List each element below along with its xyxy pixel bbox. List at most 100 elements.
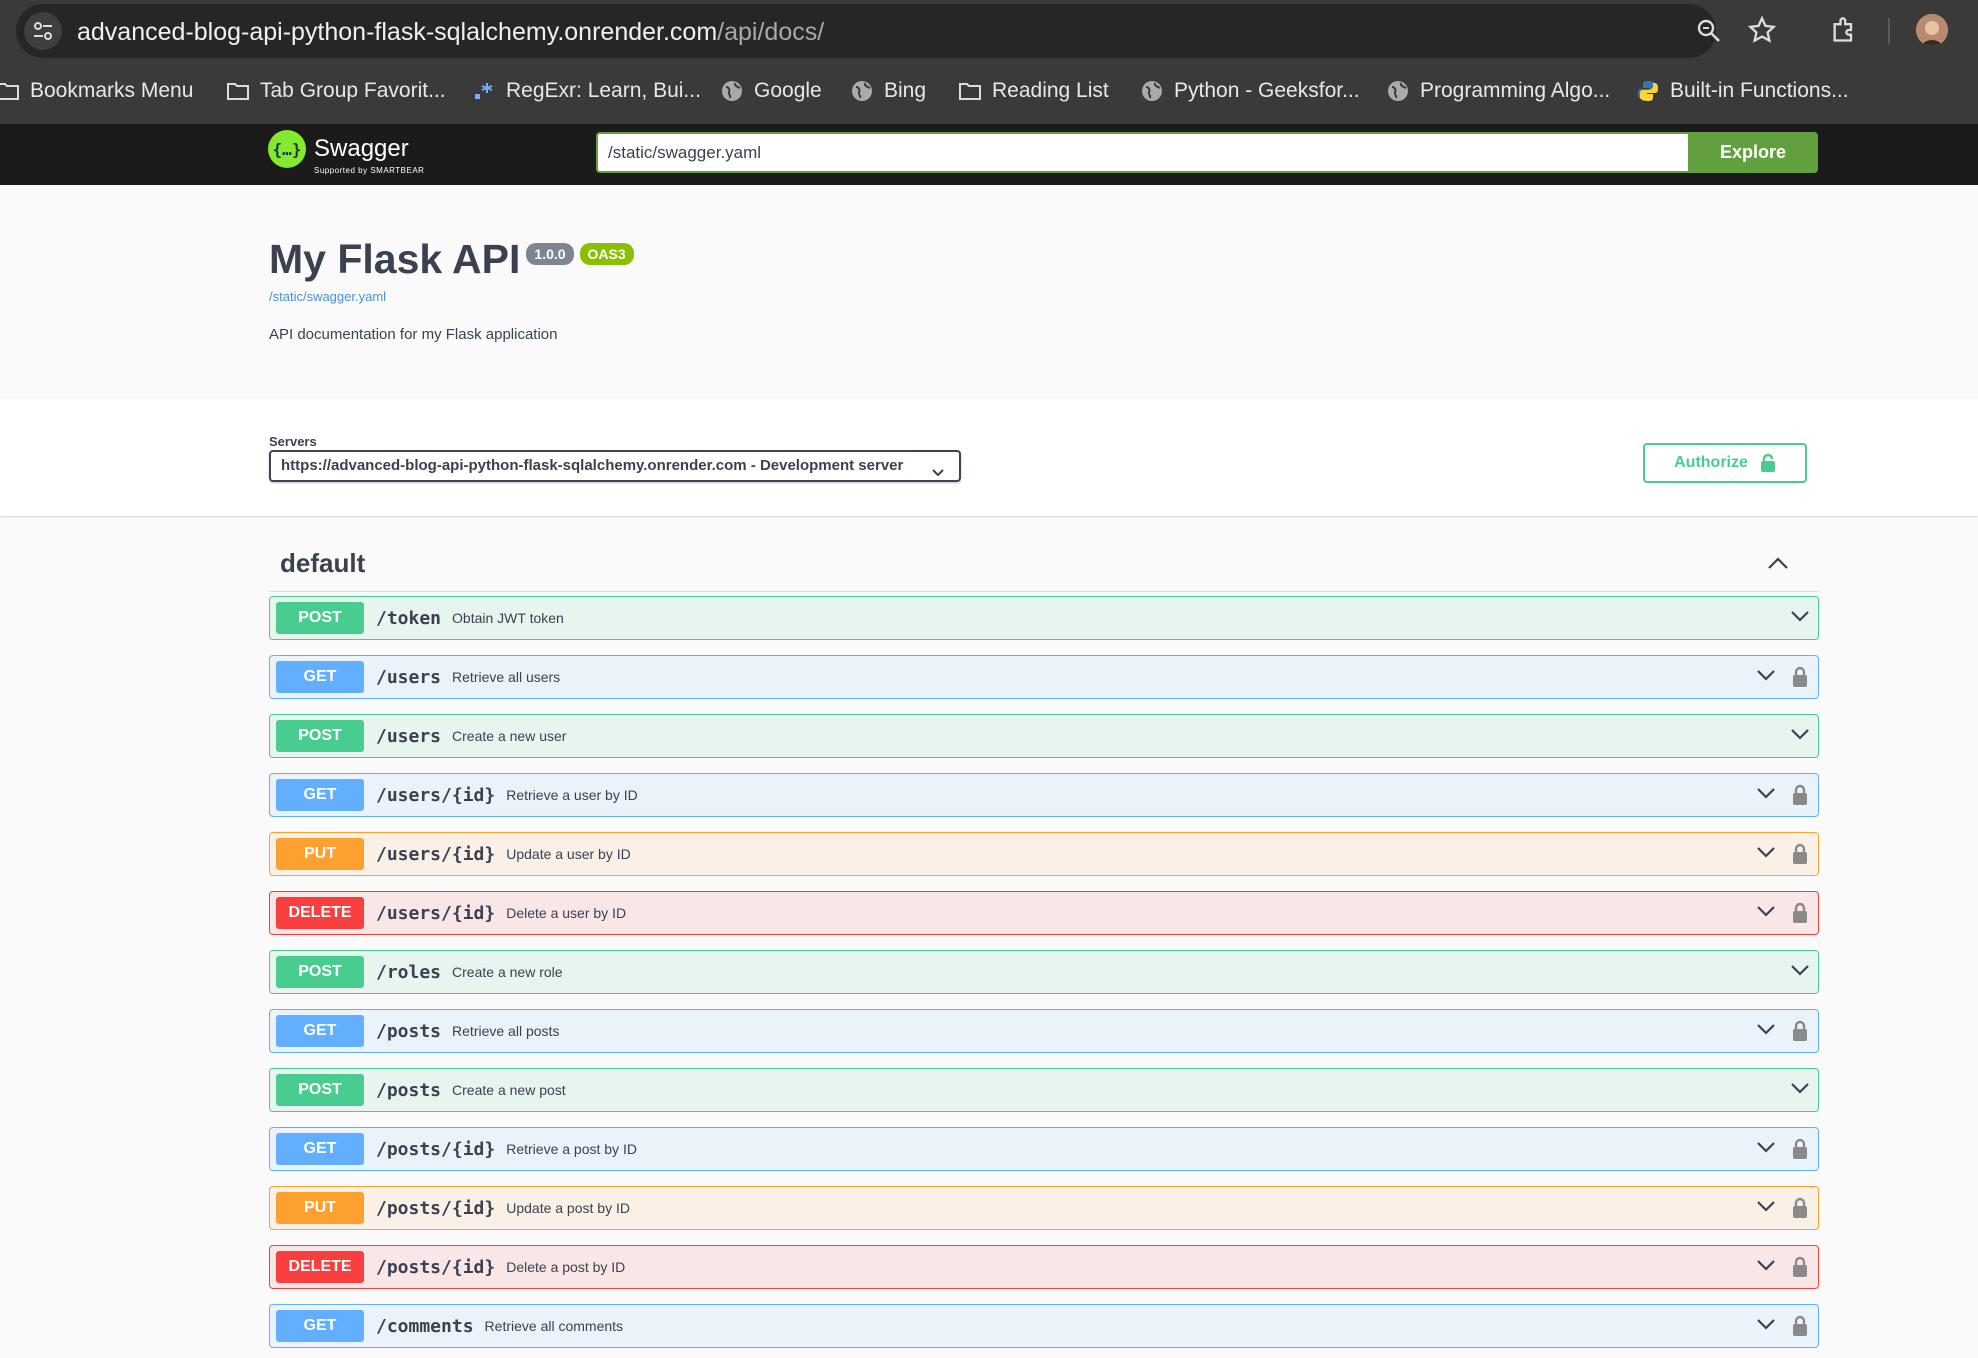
operation-row[interactable]: DELETE/users/{id} Delete a user by ID — [269, 891, 1819, 935]
operation-row[interactable]: GET/users/{id} Retrieve a user by ID — [269, 773, 1819, 817]
operation-row[interactable]: POST/users Create a new user — [269, 714, 1819, 758]
method-badge: PUT — [276, 1192, 364, 1224]
chevron-up-icon[interactable] — [1767, 556, 1789, 575]
operation-path: /posts — [376, 1020, 442, 1042]
operation-summary: Update a user by ID — [506, 846, 631, 862]
spec-link[interactable]: /static/swagger.yaml — [269, 289, 386, 304]
spec-url-input[interactable]: /static/swagger.yaml — [596, 132, 1688, 173]
authorize-button[interactable]: Authorize — [1643, 443, 1807, 483]
operation-path: /users/{id} — [376, 902, 496, 924]
lock-icon[interactable] — [1792, 1138, 1808, 1165]
operation-summary: Retrieve all comments — [484, 1318, 624, 1334]
operation-summary: Retrieve all users — [452, 669, 561, 685]
bookmark-item[interactable]: RegExr: Learn, Bui... — [470, 76, 701, 106]
regexr-icon — [470, 77, 498, 105]
extensions-icon[interactable] — [1830, 16, 1858, 49]
bookmark-item[interactable]: Bing — [848, 76, 926, 106]
operation-path: /posts/{id} — [376, 1256, 496, 1278]
server-select[interactable]: https://advanced-blog-api-python-flask-s… — [269, 450, 961, 482]
bookmark-label: Tab Group Favorit... — [260, 79, 446, 102]
star-icon[interactable] — [1747, 15, 1777, 49]
address-bar[interactable]: advanced-blog-api-python-flask-sqlalchem… — [16, 4, 1720, 58]
chevron-down-icon[interactable] — [1756, 1258, 1776, 1277]
title-row: My Flask API 1.0.0 OAS3 — [269, 237, 634, 281]
chevron-down-icon[interactable] — [1790, 609, 1810, 628]
operation-path: /users — [376, 725, 442, 747]
swagger-logo[interactable]: {…} Swagger Supported by SMARTBEAR — [268, 130, 424, 175]
oas-badge: OAS3 — [579, 243, 634, 265]
bookmark-item[interactable]: Programming Algo... — [1384, 76, 1610, 106]
chevron-down-icon[interactable] — [1756, 786, 1776, 805]
lock-icon[interactable] — [1792, 784, 1808, 811]
operation-row[interactable]: PUT/users/{id} Update a user by ID — [269, 832, 1819, 876]
bookmark-item[interactable]: Reading List — [956, 76, 1109, 106]
operation-row[interactable]: PUT/posts/{id} Update a post by ID — [269, 1186, 1819, 1230]
bookmark-label: Google — [754, 79, 822, 102]
operation-path: /token — [376, 607, 442, 629]
chevron-down-icon[interactable] — [1790, 963, 1810, 982]
lock-icon[interactable] — [1792, 843, 1808, 870]
bookmark-item[interactable]: Bookmarks Menu — [0, 76, 193, 106]
swagger-logo-icon: {…} — [268, 130, 306, 168]
chevron-down-icon[interactable] — [1756, 904, 1776, 923]
operation-row[interactable]: POST/posts Create a new post — [269, 1068, 1819, 1112]
chevron-down-icon[interactable] — [1756, 1140, 1776, 1159]
operation-row[interactable]: POST/token Obtain JWT token — [269, 596, 1819, 640]
toolbar-divider — [1888, 18, 1890, 44]
bookmark-item[interactable]: Google — [718, 76, 822, 106]
bookmark-label: Programming Algo... — [1420, 79, 1611, 102]
method-badge: GET — [276, 1310, 364, 1342]
bookmark-label: Bookmarks Menu — [30, 79, 194, 102]
zoom-icon[interactable] — [1696, 18, 1722, 49]
bookmark-label: Built-in Functions... — [1670, 79, 1849, 102]
globe-icon — [848, 77, 876, 105]
bookmark-item[interactable]: Tab Group Favorit... — [224, 76, 446, 106]
lock-icon[interactable] — [1792, 1020, 1808, 1047]
operation-row[interactable]: GET/users Retrieve all users — [269, 655, 1819, 699]
method-badge: GET — [276, 779, 364, 811]
explore-button[interactable]: Explore — [1688, 132, 1818, 173]
operation-summary: Retrieve all posts — [452, 1023, 560, 1039]
chevron-down-icon[interactable] — [1756, 1317, 1776, 1336]
bookmark-label: RegExr: Learn, Bui... — [506, 79, 701, 102]
folder-icon — [956, 77, 984, 105]
chevron-down-icon[interactable] — [1790, 1081, 1810, 1100]
lock-icon[interactable] — [1792, 902, 1808, 929]
site-info-icon[interactable] — [24, 12, 62, 50]
operation-summary: Retrieve a user by ID — [506, 787, 638, 803]
bookmark-item[interactable]: Python - Geeksfor... — [1138, 76, 1360, 106]
bookmark-item[interactable]: Built-in Functions... — [1634, 76, 1849, 106]
operation-row[interactable]: POST/roles Create a new role — [269, 950, 1819, 994]
chevron-down-icon[interactable] — [1756, 1022, 1776, 1041]
profile-avatar[interactable] — [1916, 14, 1948, 46]
operation-path: /posts/{id} — [376, 1197, 496, 1219]
authorize-label: Authorize — [1674, 454, 1748, 471]
globe-icon — [718, 77, 746, 105]
folder-icon — [224, 77, 252, 105]
method-badge: DELETE — [276, 1251, 364, 1283]
bookmark-label: Bing — [884, 79, 927, 102]
operation-row[interactable]: GET/posts/{id} Retrieve a post by ID — [269, 1127, 1819, 1171]
globe-icon — [1384, 77, 1412, 105]
operation-summary: Update a post by ID — [506, 1200, 630, 1216]
api-title: My Flask API — [269, 236, 521, 282]
chevron-down-icon[interactable] — [1790, 727, 1810, 746]
lock-icon[interactable] — [1792, 1256, 1808, 1283]
url-path: /api/docs/ — [717, 18, 825, 46]
chevron-down-icon[interactable] — [1756, 1199, 1776, 1218]
operation-row[interactable]: GET/comments Retrieve all comments — [269, 1304, 1819, 1348]
chevron-down-icon[interactable] — [1756, 845, 1776, 864]
operation-summary: Create a new role — [452, 964, 563, 980]
url-text[interactable]: advanced-blog-api-python-flask-sqlalchem… — [77, 18, 824, 47]
operation-row[interactable]: GET/posts Retrieve all posts — [269, 1009, 1819, 1053]
lock-icon[interactable] — [1792, 1315, 1808, 1342]
tag-section-header[interactable]: default — [269, 540, 1819, 592]
python-icon — [1634, 77, 1662, 105]
operation-row[interactable]: DELETE/posts/{id} Delete a post by ID — [269, 1245, 1819, 1289]
browser-chrome: advanced-blog-api-python-flask-sqlalchem… — [0, 0, 1978, 124]
folder-icon — [0, 77, 22, 105]
lock-icon[interactable] — [1792, 1197, 1808, 1224]
method-badge: PUT — [276, 838, 364, 870]
lock-icon[interactable] — [1792, 666, 1808, 693]
chevron-down-icon[interactable] — [1756, 668, 1776, 687]
